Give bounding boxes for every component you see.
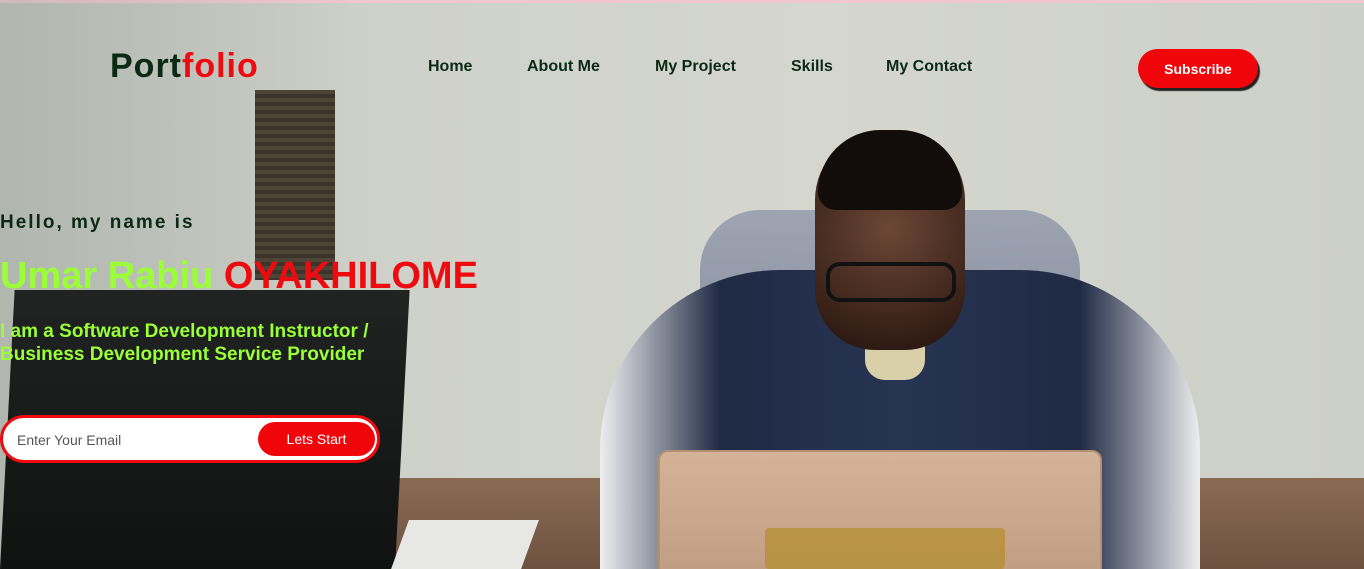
hero-role-line-1: I am a Software Development Instructor / bbox=[0, 321, 369, 342]
lets-start-button[interactable]: Lets Start bbox=[258, 422, 375, 456]
paper-on-desk bbox=[391, 520, 539, 569]
laptop-sticker bbox=[765, 528, 1005, 569]
hero-role: I am a Software Development Instructor /… bbox=[0, 320, 368, 366]
hero-first-name: Umar Rabiu bbox=[0, 255, 214, 297]
email-signup-form: Lets Start bbox=[0, 415, 380, 463]
logo-main-text: Port bbox=[110, 47, 182, 85]
nav-skills[interactable]: Skills bbox=[791, 58, 833, 76]
subscribe-button[interactable]: Subscribe bbox=[1138, 49, 1258, 88]
nav-about-me[interactable]: About Me bbox=[527, 58, 600, 76]
hero-name: Umar Rabiu OYAKHILOME bbox=[0, 255, 478, 298]
monitor-back-vent bbox=[255, 90, 335, 280]
person-collar bbox=[865, 345, 925, 380]
nav-my-project[interactable]: My Project bbox=[655, 58, 736, 76]
logo[interactable]: Portfolio bbox=[110, 47, 259, 86]
nav-home[interactable]: Home bbox=[428, 58, 472, 76]
person-glasses bbox=[826, 262, 956, 302]
email-input[interactable] bbox=[17, 427, 247, 453]
logo-accent-text: folio bbox=[182, 47, 259, 85]
person-hair bbox=[818, 130, 962, 210]
hero-role-line-2: Business Development Service Provider bbox=[0, 344, 365, 365]
hero-last-name: OYAKHILOME bbox=[223, 255, 478, 297]
hero-greeting: Hello, my name is bbox=[0, 212, 195, 233]
nav-my-contact[interactable]: My Contact bbox=[886, 58, 972, 76]
